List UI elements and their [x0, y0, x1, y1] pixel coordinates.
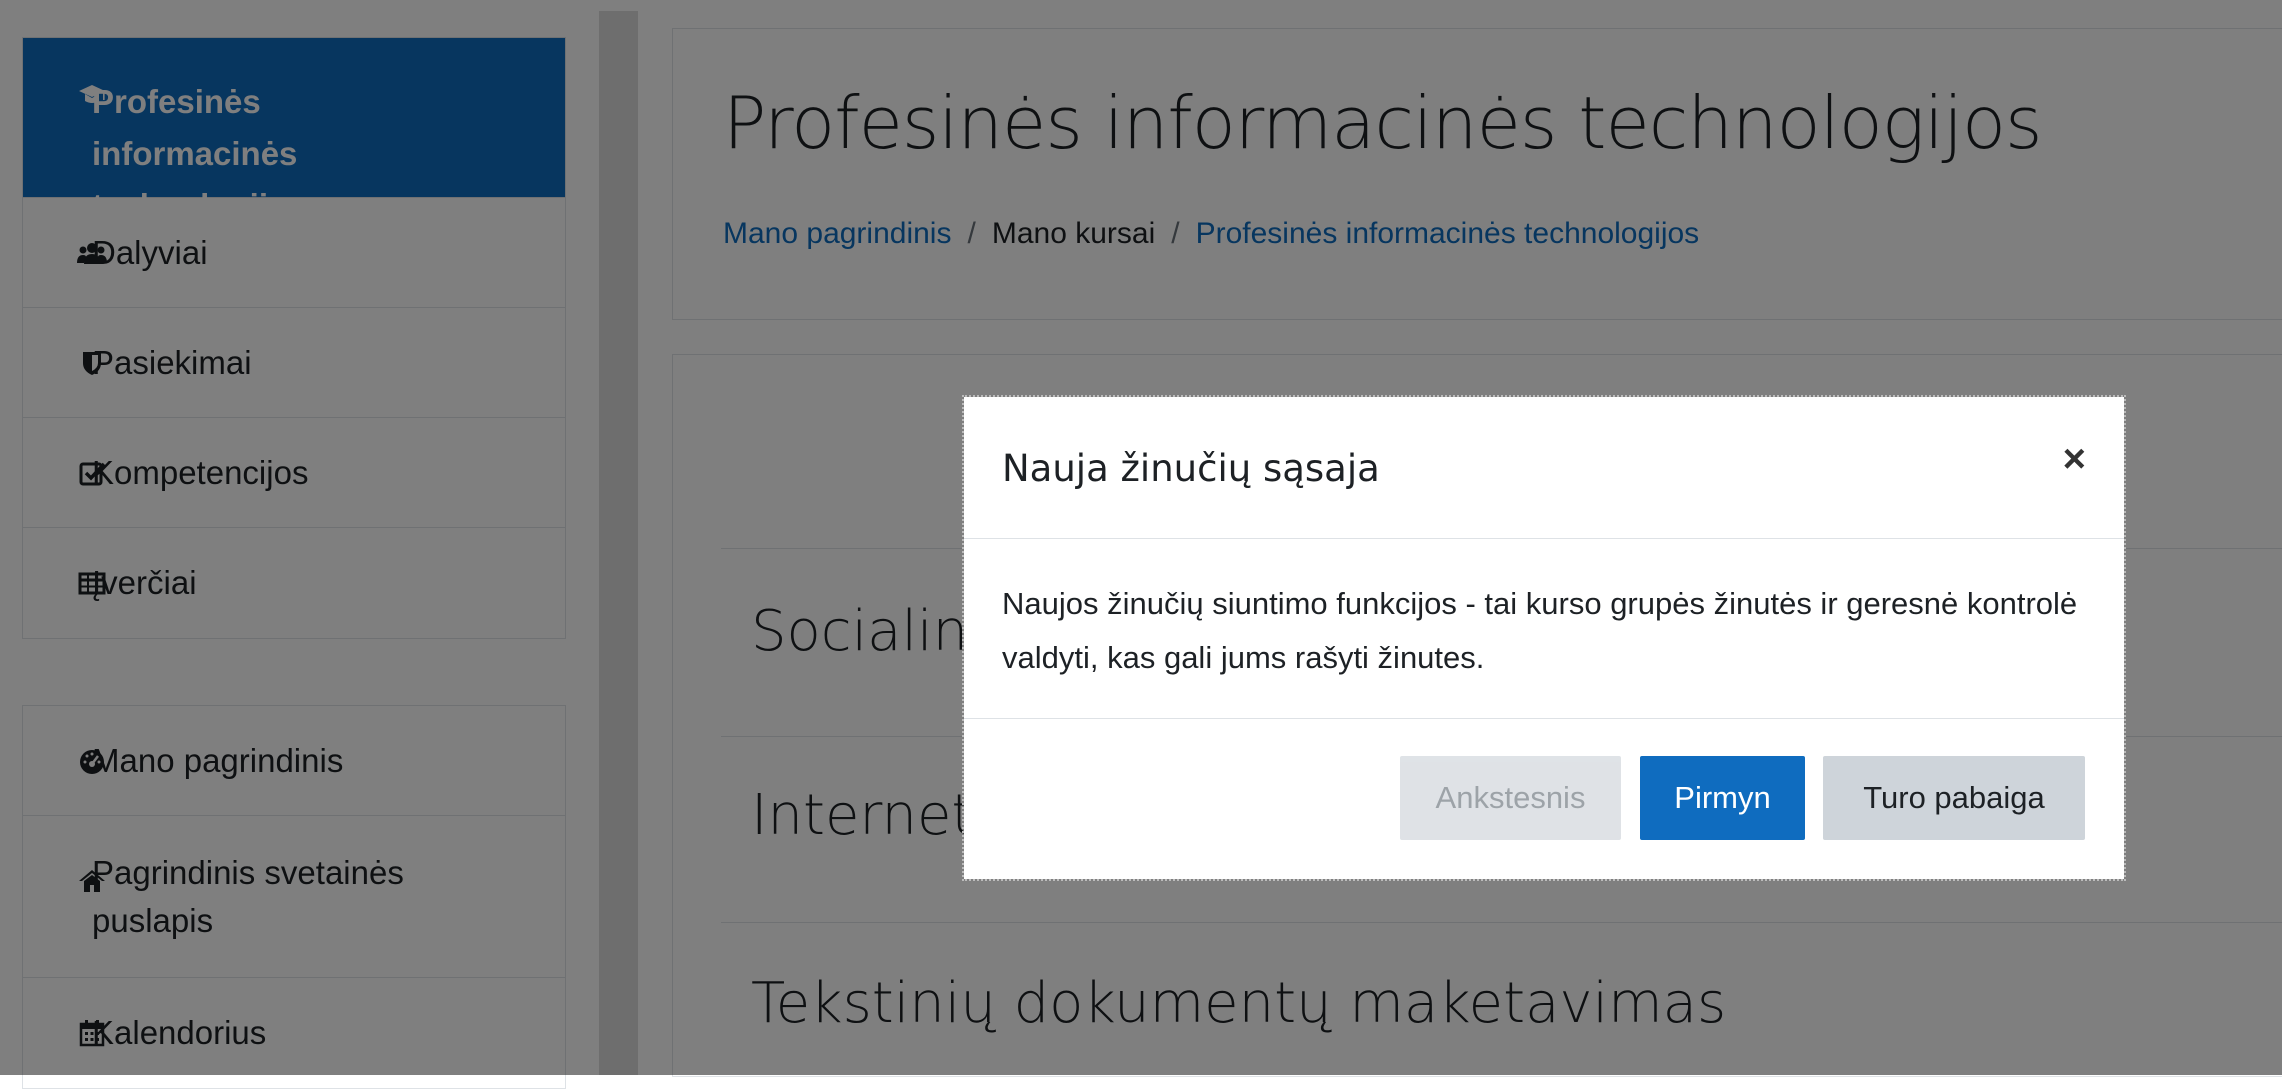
dialog-title: Nauja žinučių sąsaja: [1002, 447, 1380, 490]
end-tour-button[interactable]: Turo pabaiga: [1823, 756, 2085, 840]
next-button[interactable]: Pirmyn: [1640, 756, 1805, 840]
dialog-footer: Ankstesnis Pirmyn Turo pabaiga: [964, 718, 2124, 879]
tour-dialog: Nauja žinučių sąsaja × Naujos žinučių si…: [962, 395, 2126, 881]
dialog-body: Naujos žinučių siuntimo funkcijos - tai …: [1002, 586, 2078, 675]
close-icon[interactable]: ×: [2063, 439, 2086, 479]
dialog-header: Nauja žinučių sąsaja ×: [964, 397, 2124, 539]
previous-button[interactable]: Ankstesnis: [1400, 756, 1621, 840]
